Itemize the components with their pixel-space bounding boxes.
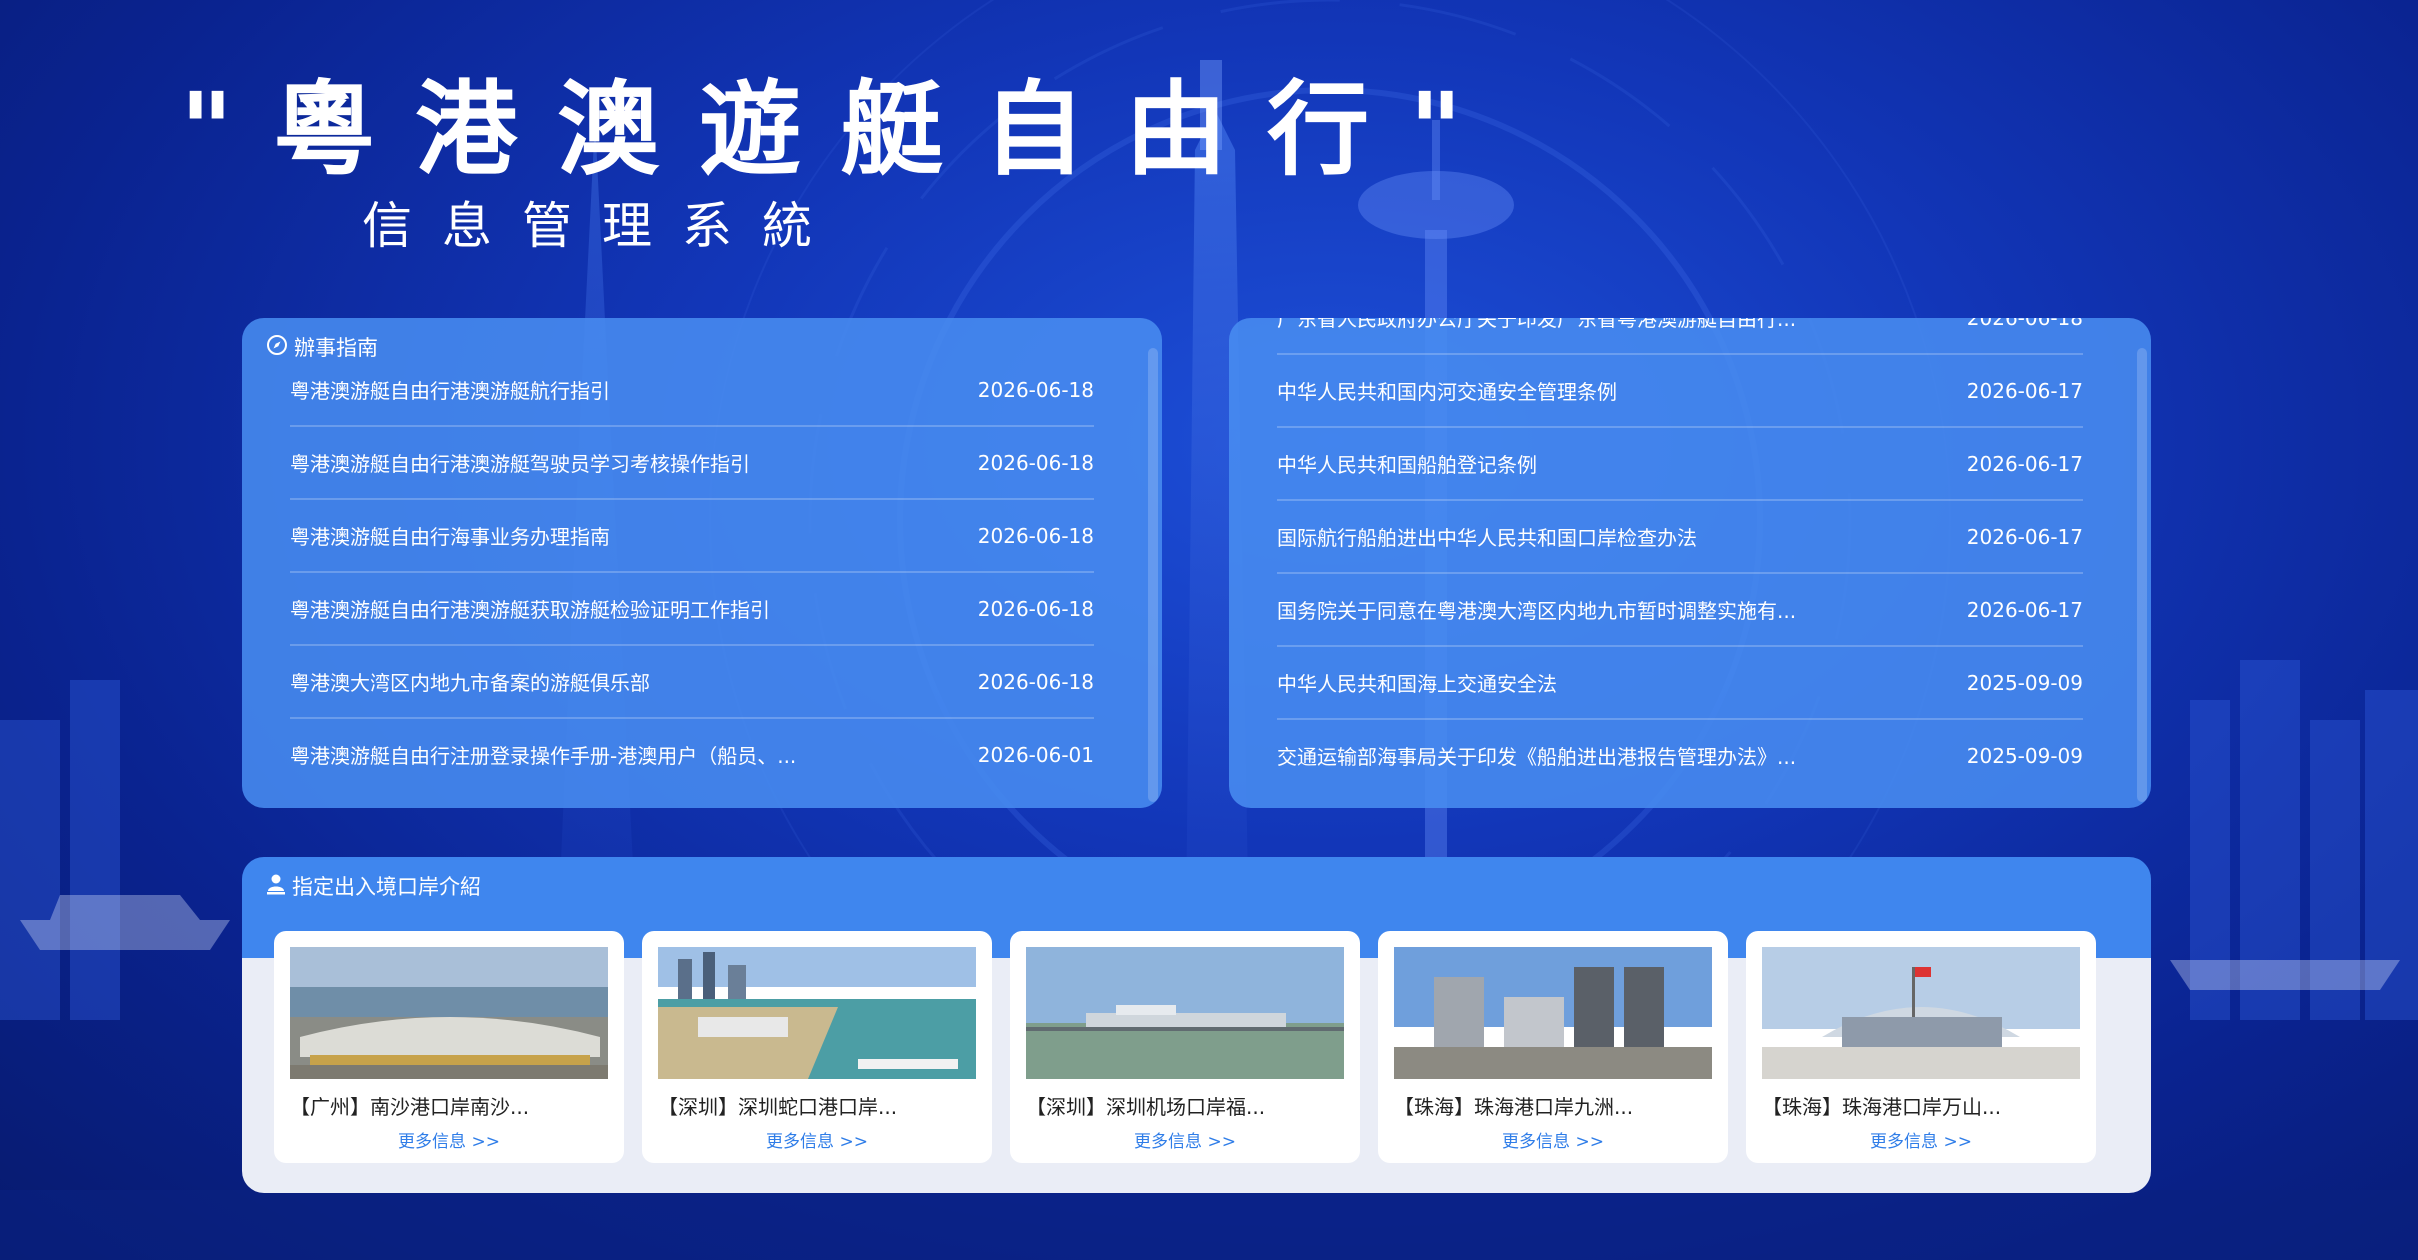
- wanshan-port-terminal-photo[interactable]: [1762, 947, 2080, 1079]
- port-card[interactable]: 【珠海】珠海港口岸九洲... 更多信息 >>: [1378, 931, 1728, 1163]
- ports-panel: 指定出入境口岸介紹 【广州】南沙港口岸南沙... 更多信息 >> 【深圳】深圳蛇…: [242, 857, 2151, 1193]
- regulation-list-item[interactable]: 国际航行船舶进出中华人民共和国口岸检查办法 2026-06-17: [1277, 501, 2083, 574]
- guide-list: 粤港澳游艇自由行港澳游艇航行指引 2026-06-18 粤港澳游艇自由行港澳游艇…: [290, 354, 1094, 790]
- ports-panel-header: 指定出入境口岸介紹: [266, 871, 481, 901]
- guide-list-item[interactable]: 粤港澳游艇自由行注册登录操作手册-港澳用户（船员、... 2026-06-01: [290, 719, 1094, 790]
- guide-list-item[interactable]: 粤港澳游艇自由行港澳游艇航行指引 2026-06-18: [290, 354, 1094, 427]
- regulation-item-date: 2026-06-17: [1966, 524, 2083, 549]
- regulations-list: 广东省人民政府办公厅关于印发广东省粤港澳游艇自由行... 2026-06-18 …: [1277, 318, 2083, 791]
- regulation-item-title[interactable]: 广东省人民政府办公厅关于印发广东省粤港澳游艇自由行...: [1277, 318, 1796, 332]
- airport-port-pier-photo[interactable]: [1026, 947, 1344, 1079]
- guide-item-title[interactable]: 粤港澳大湾区内地九市备案的游艇俱乐部: [290, 667, 650, 696]
- shekou-port-aerial-photo[interactable]: [658, 947, 976, 1079]
- guide-item-date: 2026-06-01: [977, 742, 1094, 767]
- port-more-link[interactable]: 更多信息 >>: [1378, 1127, 1728, 1152]
- guide-item-title[interactable]: 粤港澳游艇自由行港澳游艇航行指引: [290, 375, 610, 404]
- guide-list-item[interactable]: 粤港澳游艇自由行港澳游艇获取游艇检验证明工作指引 2026-06-18: [290, 573, 1094, 646]
- guide-item-title[interactable]: 粤港澳游艇自由行注册登录操作手册-港澳用户（船员、...: [290, 740, 796, 769]
- ports-panel-title: 指定出入境口岸介紹: [292, 875, 481, 899]
- person-pin-icon: [266, 873, 286, 900]
- regulation-list-item[interactable]: 中华人民共和国船舶登记条例 2026-06-17: [1277, 428, 2083, 501]
- regulation-item-title[interactable]: 国务院关于同意在粤港澳大湾区内地九市暂时调整实施有...: [1277, 595, 1796, 624]
- guide-scrollbar[interactable]: [1148, 348, 1158, 802]
- system-title: "粵港澳遊艇自由行": [180, 71, 1503, 190]
- regulation-item-title[interactable]: 交通运输部海事局关于印发《船舶进出港报告管理办法》...: [1277, 741, 1796, 770]
- guide-item-date: 2026-06-18: [977, 377, 1094, 402]
- port-card[interactable]: 【深圳】深圳机场口岸福... 更多信息 >>: [1010, 931, 1360, 1163]
- port-card[interactable]: 【深圳】深圳蛇口港口岸... 更多信息 >>: [642, 931, 992, 1163]
- regulation-item-date: 2026-06-17: [1966, 597, 2083, 622]
- guide-item-title[interactable]: 粤港澳游艇自由行海事业务办理指南: [290, 521, 610, 550]
- guide-item-date: 2026-06-18: [977, 450, 1094, 475]
- guide-item-date: 2026-06-18: [977, 669, 1094, 694]
- port-more-link[interactable]: 更多信息 >>: [274, 1127, 624, 1152]
- jiuzhou-port-buildings-photo[interactable]: [1394, 947, 1712, 1079]
- regulation-item-date: 2026-06-18: [1967, 318, 2083, 330]
- regulations-scrollbar[interactable]: [2137, 348, 2147, 802]
- guide-list-item[interactable]: 粤港澳大湾区内地九市备案的游艇俱乐部 2026-06-18: [290, 646, 1094, 719]
- port-card-title: 【广州】南沙港口岸南沙...: [290, 1095, 530, 1119]
- port-more-link[interactable]: 更多信息 >>: [1746, 1127, 2096, 1152]
- regulation-list-item[interactable]: 中华人民共和国内河交通安全管理条例 2026-06-17: [1277, 355, 2083, 428]
- guide-item-date: 2026-06-18: [977, 523, 1094, 548]
- guide-item-date: 2026-06-18: [977, 596, 1094, 621]
- port-card[interactable]: 【珠海】珠海港口岸万山... 更多信息 >>: [1746, 931, 2096, 1163]
- regulation-item-title[interactable]: 国际航行船舶进出中华人民共和国口岸检查办法: [1277, 522, 1697, 551]
- port-card-title: 【深圳】深圳机场口岸福...: [1026, 1095, 1266, 1119]
- port-card[interactable]: 【广州】南沙港口岸南沙... 更多信息 >>: [274, 931, 624, 1163]
- regulation-item-title[interactable]: 中华人民共和国内河交通安全管理条例: [1277, 376, 1617, 405]
- port-more-link[interactable]: 更多信息 >>: [642, 1127, 992, 1152]
- port-more-link[interactable]: 更多信息 >>: [1010, 1127, 1360, 1152]
- regulation-item-date: 2025-09-09: [1966, 670, 2083, 695]
- guide-panel: 辦事指南 粤港澳游艇自由行港澳游艇航行指引 2026-06-18 粤港澳游艇自由…: [242, 318, 1162, 808]
- regulation-item-title[interactable]: 中华人民共和国海上交通安全法: [1277, 668, 1557, 697]
- regulation-list-item[interactable]: 广东省人民政府办公厅关于印发广东省粤港澳游艇自由行... 2026-06-18: [1277, 318, 2083, 355]
- system-subtitle: 信息管理系統: [362, 197, 842, 255]
- port-card-title: 【深圳】深圳蛇口港口岸...: [658, 1095, 898, 1119]
- guide-list-item[interactable]: 粤港澳游艇自由行海事业务办理指南 2026-06-18: [290, 500, 1094, 573]
- guide-item-title[interactable]: 粤港澳游艇自由行港澳游艇获取游艇检验证明工作指引: [290, 594, 770, 623]
- guide-item-title[interactable]: 粤港澳游艇自由行港澳游艇驾驶员学习考核操作指引: [290, 448, 750, 477]
- regulation-list-item[interactable]: 中华人民共和国海上交通安全法 2025-09-09: [1277, 647, 2083, 720]
- compass-icon: [266, 334, 288, 361]
- regulation-list-item[interactable]: 国务院关于同意在粤港澳大湾区内地九市暂时调整实施有... 2026-06-17: [1277, 574, 2083, 647]
- regulation-item-date: 2026-06-17: [1966, 451, 2083, 476]
- regulation-list-item[interactable]: 交通运输部海事局关于印发《船舶进出港报告管理办法》... 2025-09-09: [1277, 720, 2083, 791]
- port-card-title: 【珠海】珠海港口岸万山...: [1762, 1095, 2002, 1119]
- nansha-port-terminal-photo[interactable]: [290, 947, 608, 1079]
- guide-list-item[interactable]: 粤港澳游艇自由行港澳游艇驾驶员学习考核操作指引 2026-06-18: [290, 427, 1094, 500]
- port-card-title: 【珠海】珠海港口岸九洲...: [1394, 1095, 1634, 1119]
- regulation-item-title[interactable]: 中华人民共和国船舶登记条例: [1277, 449, 1537, 478]
- regulation-item-date: 2026-06-17: [1966, 378, 2083, 403]
- regulations-panel: 广东省人民政府办公厅关于印发广东省粤港澳游艇自由行... 2026-06-18 …: [1229, 318, 2151, 808]
- regulation-item-date: 2025-09-09: [1966, 743, 2083, 768]
